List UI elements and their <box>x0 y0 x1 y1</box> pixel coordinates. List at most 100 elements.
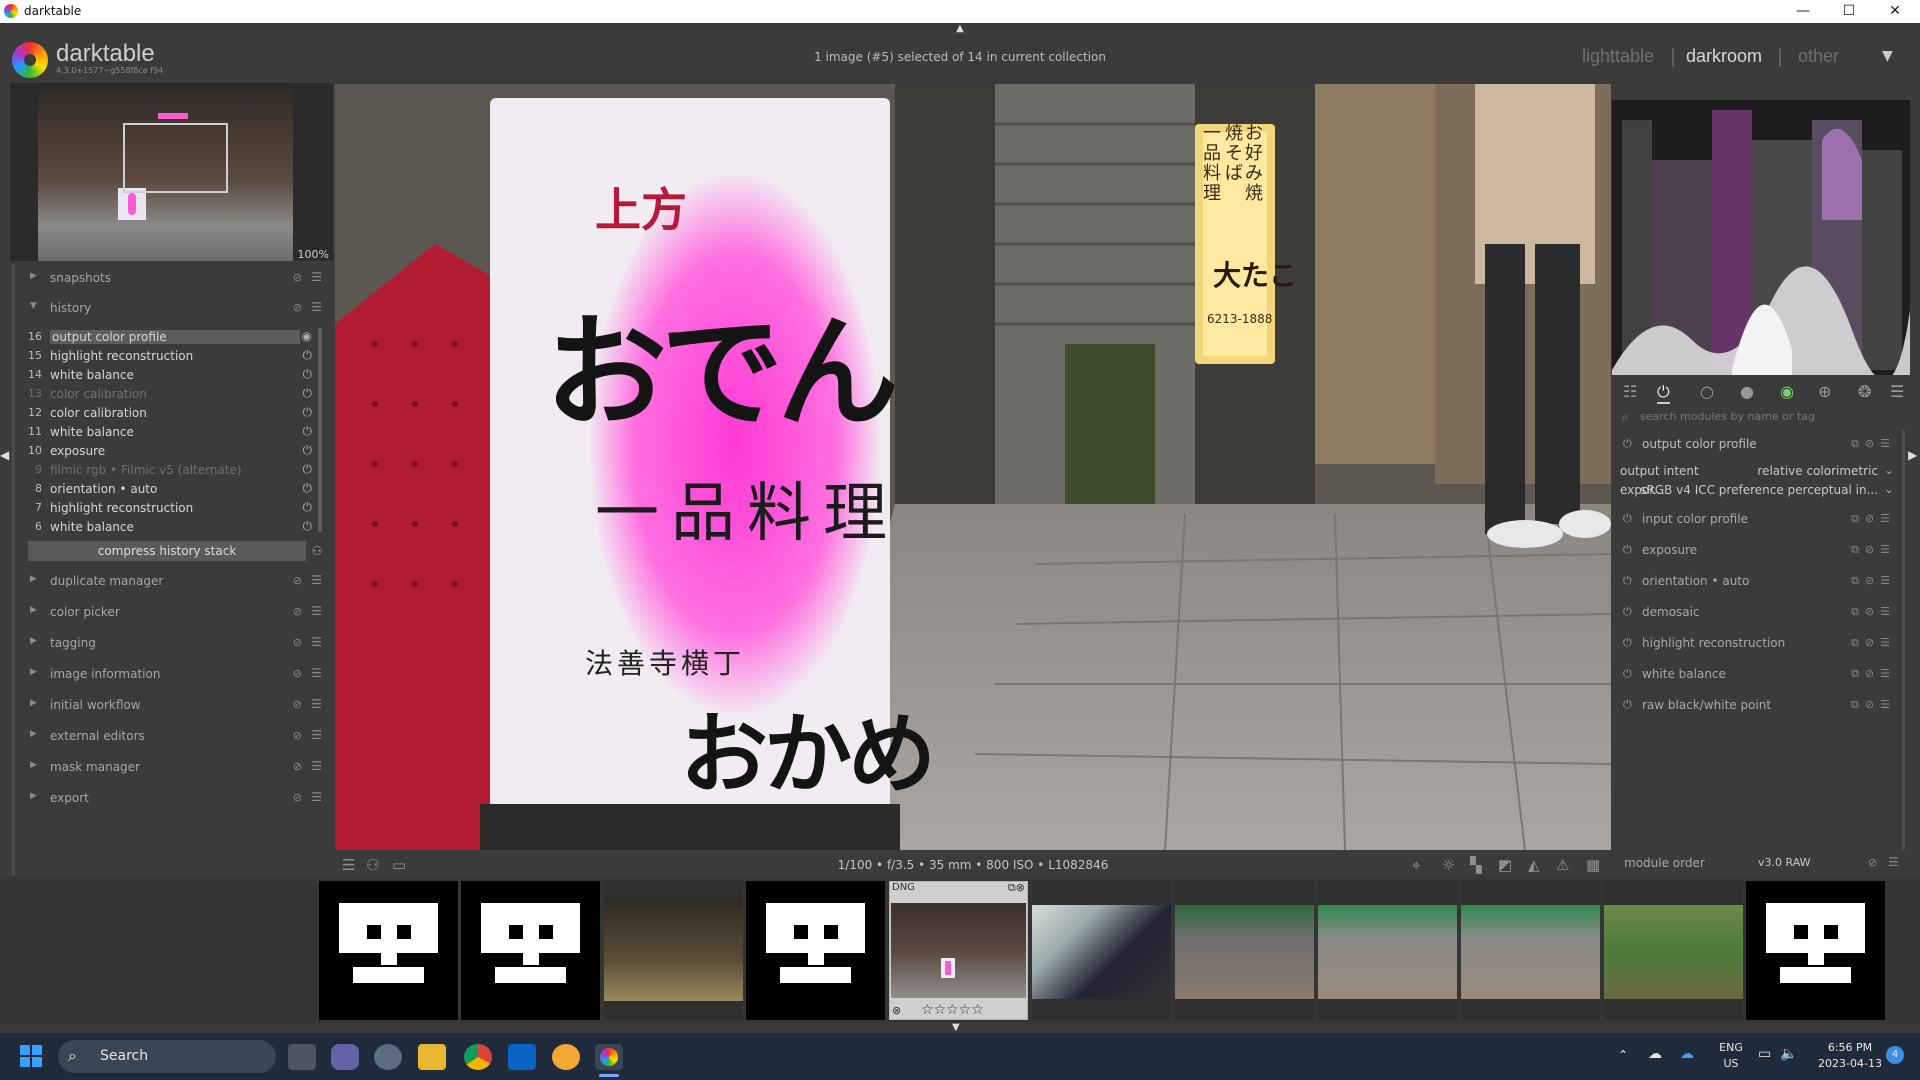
collapse-left-panel-arrow-icon[interactable]: ◀ <box>0 448 9 462</box>
input-region[interactable]: US <box>1716 1057 1746 1070</box>
view-darkroom[interactable]: darkroom <box>1686 46 1762 67</box>
history-item[interactable]: 8 orientation • auto ⏻ <box>22 480 322 499</box>
task-view-icon[interactable] <box>288 1044 316 1070</box>
view-other[interactable]: other <box>1798 46 1839 67</box>
collapse-top-panel-arrow-icon[interactable]: ▲ <box>952 23 968 34</box>
film-thumb-missing[interactable] <box>461 881 600 1020</box>
processing-module[interactable]: ⏻ white balance ⧉⊘☰ <box>1618 660 1900 688</box>
tray-overflow-chevron-icon[interactable]: ⌃ <box>1618 1048 1628 1062</box>
outlook-icon[interactable] <box>508 1044 536 1070</box>
module-color-picker[interactable]: ▶ color picker ⊘ ☰ <box>22 598 328 626</box>
reset-icon[interactable]: ⊘ <box>293 667 302 680</box>
module-external-editors[interactable]: ▶ external editors ⊘ ☰ <box>22 722 328 750</box>
module-actions-icon[interactable]: ⧉⊘☰ <box>1851 636 1896 650</box>
presets-menu-icon[interactable]: ☰ <box>311 604 322 618</box>
module-actions-icon[interactable]: ⧉⊘☰ <box>1851 543 1896 557</box>
history-item[interactable]: 9 filmic rgb • Filmic v5 (alternate) ⏻ <box>22 461 322 480</box>
base-modules-tab-icon[interactable]: ○ <box>1700 382 1714 401</box>
right-panel-scrollbar[interactable] <box>1902 430 1905 850</box>
history-item[interactable]: 6 white balance ⏻ <box>22 518 322 537</box>
collapse-right-panel-arrow-icon[interactable]: ▶ <box>1908 448 1917 462</box>
view-dropdown-icon[interactable]: ▼ <box>1882 48 1893 64</box>
processing-module[interactable]: ⏻ raw black/white point ⧉⊘☰ <box>1618 691 1900 719</box>
network-icon[interactable]: ▭ <box>1758 1046 1771 1062</box>
module-initial-workflow[interactable]: ▶ initial workflow ⊘ ☰ <box>22 691 328 719</box>
star-rating[interactable]: ☆☆☆☆☆ <box>921 1002 984 1018</box>
weather-icon[interactable] <box>552 1044 580 1070</box>
presets-menu-icon[interactable]: ☰ <box>311 635 322 649</box>
film-thumb-squirrel[interactable] <box>1604 881 1743 1020</box>
power-icon[interactable]: ⏻ <box>1623 698 1632 712</box>
color-assessment-icon[interactable]: ☼ <box>1442 856 1455 874</box>
module-actions-icon[interactable]: ⧉⊘☰ <box>1851 605 1896 619</box>
reset-icon[interactable]: ⊘ <box>293 698 302 711</box>
effect-modules-tab-icon[interactable]: ❂ <box>1858 382 1871 401</box>
notification-badge[interactable]: 4 <box>1886 1046 1904 1064</box>
module-image-information[interactable]: ▶ image information ⊘ ☰ <box>22 660 328 688</box>
processing-module[interactable]: ⏻ orientation • auto ⧉⊘☰ <box>1618 567 1900 595</box>
reset-icon[interactable]: ⊘ <box>293 729 302 742</box>
reset-icon[interactable]: ⊘ <box>293 605 302 618</box>
presets-menu-icon[interactable]: ☰ <box>311 728 322 742</box>
history-item[interactable]: 14 white balance ⏻ <box>22 366 322 385</box>
taskbar-search[interactable]: Search <box>58 1040 276 1073</box>
active-modules-tab-icon[interactable]: ⏻ <box>1657 382 1670 404</box>
reset-icon[interactable]: ⊘ <box>1868 856 1877 869</box>
main-image-canvas[interactable]: 上方 おでん 一品料理 法善寺横丁 おかめ 一品料理 焼そば お好み焼 大たこ … <box>335 84 1611 850</box>
film-thumb-horse[interactable] <box>1461 881 1600 1020</box>
gamut-check-icon[interactable]: ⚠ <box>1556 856 1569 874</box>
histogram-waveform[interactable] <box>1612 100 1910 375</box>
onedrive-icon[interactable]: ☁ <box>1680 1046 1694 1062</box>
close-button[interactable]: ✕ <box>1872 0 1918 23</box>
module-actions-icon[interactable]: ⧉⊘☰ <box>1851 667 1896 681</box>
presets-menu-icon[interactable]: ☰ <box>311 270 322 284</box>
presets-menu-icon[interactable]: ☰ <box>311 759 322 773</box>
guides-icon[interactable]: ▦ <box>1586 856 1600 874</box>
history-item[interactable]: 16 output color profile ◉ <box>22 328 322 347</box>
module-actions-icon[interactable]: ⧉⊘☰ <box>1851 437 1896 451</box>
view-lighttable[interactable]: lighttable <box>1582 46 1654 67</box>
processing-module[interactable]: ⏻ output color profile ⧉⊘☰ <box>1618 430 1900 458</box>
module-order-value[interactable]: v3.0 RAW <box>1758 856 1811 869</box>
presets-menu-icon[interactable]: ☰ <box>311 300 322 314</box>
reset-icon[interactable]: ⊘ <box>293 271 302 284</box>
reset-icon[interactable]: ⊘ <box>293 760 302 773</box>
power-icon[interactable]: ⏻ <box>1623 636 1632 650</box>
zoom-level[interactable]: 100% <box>298 248 329 261</box>
maximize-button[interactable]: ☐ <box>1826 0 1872 23</box>
power-icon[interactable]: ⏻ <box>1623 574 1632 588</box>
reset-icon[interactable]: ⊘ <box>293 301 302 314</box>
tone-modules-tab-icon[interactable]: ● <box>1740 382 1754 401</box>
compress-history-button[interactable]: compress history stack <box>28 541 306 561</box>
film-thumb-missing[interactable] <box>746 881 885 1020</box>
create-style-icon[interactable]: ⚇ <box>308 541 326 561</box>
clock-time[interactable]: 6:56 PM <box>1810 1041 1890 1054</box>
output-intent-row[interactable]: output intent relative colorimetric ⌄ <box>1620 463 1896 482</box>
teams-icon[interactable] <box>331 1044 359 1070</box>
film-thumb-horse[interactable] <box>1175 881 1314 1020</box>
history-item[interactable]: 12 color calibration ⏻ <box>22 404 322 423</box>
power-icon[interactable]: ⏻ <box>1623 437 1632 451</box>
presets-menu-icon[interactable]: ☰ <box>311 573 322 587</box>
power-icon[interactable]: ⏻ <box>1623 543 1632 557</box>
quick-access-panel-tab-icon[interactable]: ☷ <box>1623 382 1637 401</box>
module-search-input[interactable]: search modules by name or tag <box>1618 407 1908 427</box>
reset-icon[interactable]: ⊘ <box>293 636 302 649</box>
processing-module[interactable]: ⏻ demosaic ⧉⊘☰ <box>1618 598 1900 626</box>
chrome-icon[interactable] <box>464 1044 492 1070</box>
presets-menu-icon[interactable]: ☰ <box>311 666 322 680</box>
export-profile-row[interactable]: expor... sRGB v4 ICC preference perceptu… <box>1620 482 1896 501</box>
group-icon[interactable]: ⧉⊗ <box>1008 881 1025 895</box>
collapse-bottom-panel-arrow-icon[interactable]: ▼ <box>952 1022 960 1033</box>
color-modules-tab-icon[interactable]: ◉ <box>1780 382 1794 401</box>
minimize-button[interactable]: — <box>1780 0 1826 23</box>
module-tagging[interactable]: ▶ tagging ⊘ ☰ <box>22 629 328 657</box>
power-icon[interactable]: ⏻ <box>1623 605 1632 619</box>
focus-peaking-icon[interactable]: ⌖ <box>1412 856 1420 874</box>
history-scrollbar[interactable] <box>318 328 322 532</box>
history-item[interactable]: 10 exposure ⏻ <box>22 442 322 461</box>
processing-module[interactable]: ⏻ exposure ⧉⊘☰ <box>1618 536 1900 564</box>
cloud-icon[interactable]: ☁ <box>1648 1046 1662 1062</box>
module-actions-icon[interactable]: ⧉⊘☰ <box>1851 574 1896 588</box>
clipping-indicator-icon[interactable]: ◩ <box>1498 856 1512 874</box>
